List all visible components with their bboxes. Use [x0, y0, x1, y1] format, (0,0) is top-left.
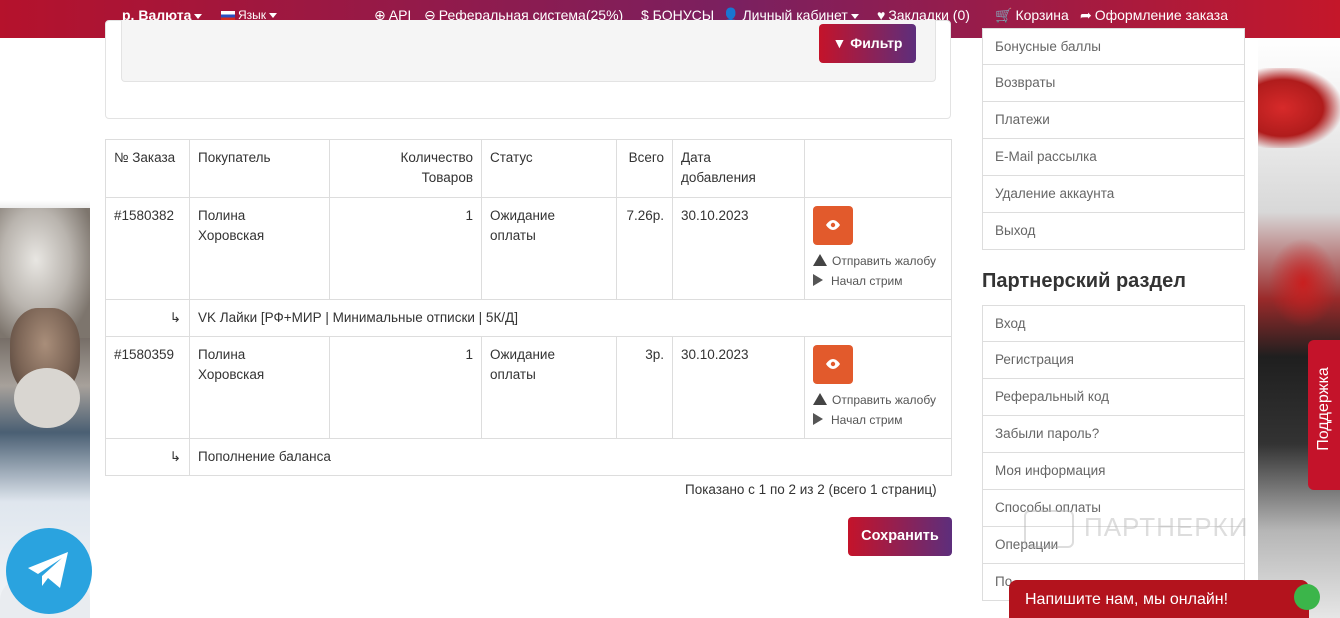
- support-tab[interactable]: Поддержка: [1308, 340, 1340, 490]
- sidebar-item-register[interactable]: Регистрация: [982, 342, 1245, 379]
- filter-icon: ▼: [832, 35, 847, 51]
- background-art-right: [1258, 38, 1340, 618]
- online-status-icon: [1294, 584, 1320, 610]
- chevron-down-icon: [194, 13, 203, 19]
- sidebar-item-my-info[interactable]: Моя информация: [982, 453, 1245, 490]
- order-status: Ожидание оплаты: [481, 336, 617, 439]
- stream-link[interactable]: Начал стрим: [813, 410, 943, 430]
- order-date: 30.10.2023: [672, 197, 805, 300]
- stream-label: Начал стрим: [831, 413, 903, 427]
- sidebar-item-referral-code[interactable]: Реферальный код: [982, 379, 1245, 416]
- table-subrow: ↳ VK Лайки [РФ+МИР | Минимальные отписки…: [105, 299, 952, 337]
- table-row: #1580359 Полина Хоровская 1 Ожидание оплат…: [105, 336, 952, 439]
- sidebar-item-newsletter[interactable]: E-Mail рассылка: [982, 139, 1245, 176]
- header-quantity: Количество Товаров: [329, 139, 482, 198]
- sidebar-item-payments[interactable]: Платежи: [982, 102, 1245, 139]
- status-line1: Ожидание: [490, 208, 555, 223]
- orders-table: № Заказа Покупатель Количество Товаров Ст…: [105, 139, 952, 476]
- view-order-button[interactable]: [813, 206, 853, 245]
- sidebar-item-logout[interactable]: Выход: [982, 213, 1245, 250]
- sidebar-item-delete-account[interactable]: Удаление аккаунта: [982, 176, 1245, 213]
- sidebar-item-bonus-points[interactable]: Бонусные баллы: [982, 28, 1245, 65]
- order-number[interactable]: #1580359: [105, 336, 190, 439]
- status-line2: оплаты: [490, 228, 536, 243]
- order-status: Ожидание оплаты: [481, 197, 617, 300]
- status-line2: оплаты: [490, 367, 536, 382]
- order-total: 3р.: [616, 336, 673, 439]
- sidebar-item-forgot-password[interactable]: Забыли пароль?: [982, 416, 1245, 453]
- status-line1: Ожидание: [490, 347, 555, 362]
- filter-button-label: Фильтр: [850, 35, 903, 51]
- stream-link[interactable]: Начал стрим: [813, 271, 943, 291]
- buyer-first-name: Полина: [198, 208, 246, 223]
- partner-menu: Вход Регистрация Реферальный код Забыли …: [982, 305, 1245, 601]
- checkout-link[interactable]: ➦ Оформление заказа: [1080, 0, 1228, 30]
- header-status: Статус: [481, 139, 617, 198]
- order-total: 7.26р.: [616, 197, 673, 300]
- order-number[interactable]: #1580382: [105, 197, 190, 300]
- chat-widget[interactable]: Напишите нам, мы онлайн!: [1009, 580, 1320, 618]
- eye-icon: [826, 359, 840, 369]
- save-button[interactable]: Сохранить: [848, 517, 952, 556]
- pagination-info: Показано с 1 по 2 из 2 (всего 1 страниц): [685, 482, 937, 497]
- chat-widget-label: Напишите нам, мы онлайн!: [1025, 591, 1229, 608]
- order-quantity: 1: [329, 197, 482, 300]
- eye-icon: [826, 220, 840, 230]
- header-date-line1: Дата: [681, 150, 711, 165]
- cart-label: Корзина: [1015, 7, 1069, 23]
- support-tab-label: Поддержка: [1315, 367, 1332, 451]
- header-date-line2: добавления: [681, 170, 756, 185]
- header-quantity-line1: Количество: [400, 150, 474, 165]
- header-date: Дата добавления: [672, 139, 805, 198]
- buyer-first-name: Полина: [198, 347, 246, 362]
- stream-label: Начал стрим: [831, 274, 903, 288]
- buyer-name: Полина Хоровская: [189, 197, 330, 300]
- share-arrow-icon: ➦: [1080, 7, 1092, 23]
- filter-panel-inner: [121, 20, 936, 82]
- header-actions: [804, 139, 952, 198]
- header-total: Всего: [616, 139, 673, 198]
- checkout-label: Оформление заказа: [1094, 7, 1228, 23]
- order-item-name: VK Лайки [РФ+МИР | Минимальные отписки |…: [189, 299, 952, 337]
- header-quantity-line2: Товаров: [421, 170, 473, 185]
- complaint-link[interactable]: Отправить жалобу: [813, 251, 943, 271]
- order-item-name: Пополнение баланса: [189, 438, 952, 476]
- table-subrow: ↳ Пополнение баланса: [105, 438, 952, 476]
- chevron-down-icon: [269, 13, 278, 19]
- complaint-label: Отправить жалобу: [832, 254, 936, 268]
- filter-button[interactable]: ▼ Фильтр: [819, 24, 916, 63]
- play-icon: [813, 413, 823, 425]
- buyer-name: Полина Хоровская: [189, 336, 330, 439]
- sidebar-item-returns[interactable]: Возвраты: [982, 65, 1245, 102]
- table-header-row: № Заказа Покупатель Количество Товаров Ст…: [105, 139, 952, 198]
- watermark-logo-icon: [1024, 510, 1074, 548]
- buyer-last-name: Хоровская: [198, 228, 265, 243]
- order-actions: Отправить жалобу Начал стрим: [804, 197, 952, 300]
- view-order-button[interactable]: [813, 345, 853, 384]
- sub-arrow-icon: ↳: [105, 299, 190, 337]
- order-quantity: 1: [329, 336, 482, 439]
- partner-section-heading: Партнерский раздел: [982, 270, 1186, 292]
- buyer-last-name: Хоровская: [198, 367, 265, 382]
- warning-icon: [813, 254, 827, 266]
- shopping-cart-icon: 🛒: [995, 7, 1013, 23]
- account-menu: Бонусные баллы Возвраты Платежи E-Mail р…: [982, 28, 1245, 250]
- sidebar-item-login[interactable]: Вход: [982, 305, 1245, 342]
- watermark: ПАРТНЕРКИ: [1024, 510, 1248, 548]
- telegram-icon: [28, 552, 68, 588]
- watermark-text: ПАРТНЕРКИ: [1084, 511, 1249, 542]
- warning-icon: [813, 393, 827, 405]
- header-order-no: № Заказа: [105, 139, 190, 198]
- header-buyer: Покупатель: [189, 139, 330, 198]
- order-actions: Отправить жалобу Начал стрим: [804, 336, 952, 439]
- complaint-label: Отправить жалобу: [832, 393, 936, 407]
- table-row: #1580382 Полина Хоровская 1 Ожидание оплат…: [105, 197, 952, 300]
- cart-link[interactable]: 🛒 Корзина: [995, 0, 1069, 30]
- sub-arrow-icon: ↳: [105, 438, 190, 476]
- complaint-link[interactable]: Отправить жалобу: [813, 390, 943, 410]
- telegram-button[interactable]: [6, 528, 92, 614]
- order-date: 30.10.2023: [672, 336, 805, 439]
- chevron-down-icon: [850, 13, 859, 19]
- play-icon: [813, 274, 823, 286]
